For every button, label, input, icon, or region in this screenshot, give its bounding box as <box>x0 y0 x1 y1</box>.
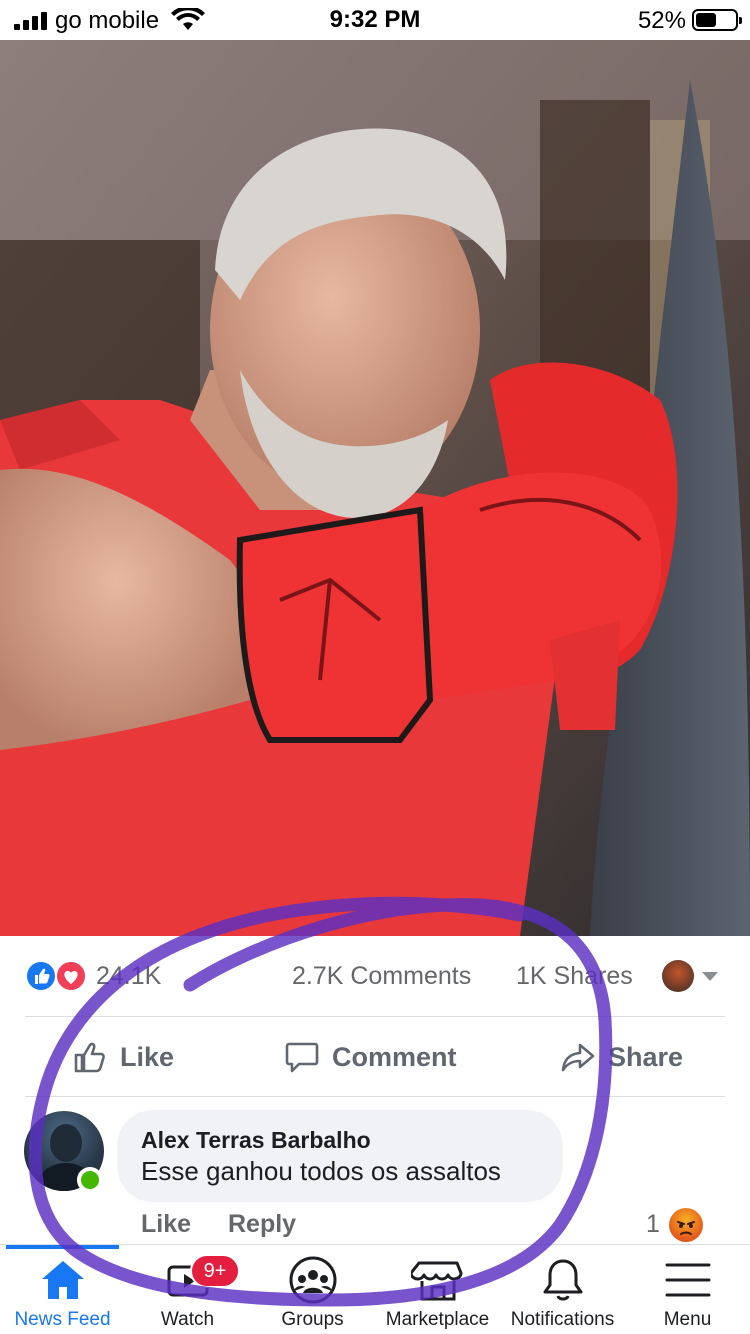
tab-label: Groups <box>281 1309 344 1330</box>
shares-count[interactable]: 1K Shares <box>516 962 633 991</box>
like-label: Like <box>120 1041 175 1072</box>
chevron-down-icon[interactable] <box>702 972 718 981</box>
watch-notification-badge: 9+ <box>190 1254 240 1288</box>
bottom-tab-bar: News Feed Watch Groups Marketplace Notif… <box>0 1244 750 1334</box>
comment-icon <box>285 1042 319 1073</box>
home-icon <box>41 1261 84 1299</box>
status-bar: go mobile 9:32 PM 52% <box>0 0 750 40</box>
battery-percent: 52% <box>637 7 686 34</box>
share-button[interactable]: Share <box>560 1036 683 1078</box>
love-reaction-icon <box>55 960 87 992</box>
like-reaction-icon <box>25 960 57 992</box>
comment-bubble[interactable]: Alex Terras Barbalho Esse ganhou todos o… <box>117 1110 563 1202</box>
comments-count[interactable]: 2.7K Comments <box>292 962 471 991</box>
tab-notifications[interactable]: Notifications <box>500 1245 625 1334</box>
online-status-indicator <box>77 1167 103 1193</box>
comment-reply-button[interactable]: Reply <box>228 1210 296 1238</box>
divider <box>25 1016 725 1017</box>
tab-menu[interactable]: Menu <box>625 1245 750 1334</box>
groups-icon <box>289 1256 336 1304</box>
post-stats: 24.1K 2.7K Comments 1K Shares <box>0 950 750 1006</box>
comment-reaction-count[interactable]: 1 <box>646 1210 660 1239</box>
tab-label: Marketplace <box>385 1309 490 1330</box>
comment-label: Comment <box>332 1041 457 1072</box>
comment-button[interactable]: Comment <box>284 1036 457 1078</box>
boxing-photo <box>0 40 750 936</box>
post-actions: Like Comment Share <box>0 1018 750 1096</box>
comment-like-button[interactable]: Like <box>141 1210 191 1238</box>
comment-actions: Like Reply <box>141 1210 296 1239</box>
tab-label: News Feed <box>14 1309 111 1330</box>
tab-news-feed[interactable]: News Feed <box>0 1245 125 1334</box>
like-button[interactable]: Like <box>72 1036 174 1078</box>
share-label: Share <box>608 1041 684 1072</box>
divider <box>25 1096 725 1097</box>
thumbs-up-icon <box>74 1042 105 1073</box>
comment-author[interactable]: Alex Terras Barbalho <box>141 1126 539 1154</box>
battery-icon <box>692 9 742 31</box>
tab-label: Menu <box>663 1309 712 1330</box>
tab-label: Notifications <box>510 1309 615 1330</box>
bell-icon <box>543 1259 582 1301</box>
comment-text: Esse ganhou todos os assaltos <box>141 1156 501 1186</box>
tab-groups[interactable]: Groups <box>250 1245 375 1334</box>
marketplace-icon <box>410 1261 462 1301</box>
audience-avatar[interactable] <box>662 960 694 992</box>
tab-label: Watch <box>160 1309 215 1330</box>
angry-icon[interactable] <box>669 1208 703 1242</box>
tab-marketplace[interactable]: Marketplace <box>375 1245 500 1334</box>
menu-icon <box>665 1263 710 1297</box>
post-photo[interactable] <box>0 40 750 936</box>
share-arrow-icon <box>561 1043 595 1072</box>
reactions-count[interactable]: 24.1K <box>96 962 161 991</box>
